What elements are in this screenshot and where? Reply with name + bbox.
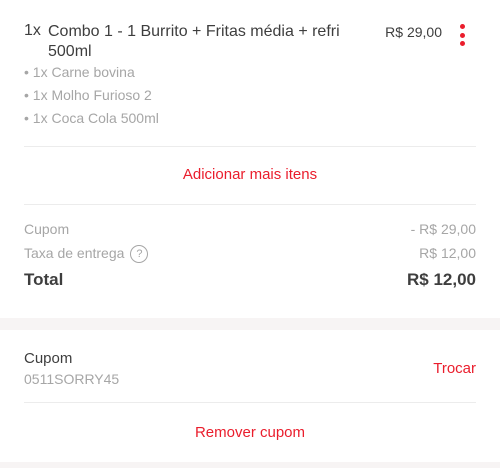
coupon-code: 0511SORRY45 [24,371,120,387]
item-option: • 1x Carne bovina [24,64,135,80]
section-separator [0,318,500,330]
coupon-section-title: Cupom [24,350,73,367]
item-quantity: 1x [24,22,41,39]
item-name: Combo 1 - 1 Burrito + Fritas média + ref… [48,23,340,60]
delivery-fee-label: Taxa de entrega [24,245,125,261]
divider [24,402,476,403]
delivery-fee-value: R$ 12,00 [419,245,476,261]
kebab-dot [459,32,465,38]
item-options-menu-icon[interactable] [458,24,466,46]
kebab-dot [459,41,465,46]
kebab-dot [459,24,465,29]
divider [24,146,476,147]
help-icon[interactable]: ? [130,245,149,264]
total-value: R$ 12,00 [407,270,476,289]
divider [24,204,476,205]
total-label: Total [24,270,64,289]
swap-coupon-button[interactable]: Trocar [433,360,476,377]
coupon-discount-value: - R$ 29,00 [410,221,476,237]
item-option: • 1x Molho Furioso 2 [24,87,152,103]
remove-coupon-button[interactable]: Remover cupom [0,424,500,441]
item-price: R$ 29,00 [385,24,442,40]
section-separator [0,462,500,468]
item-option: • 1x Coca Cola 500ml [24,110,159,126]
coupon-discount-label: Cupom [24,221,70,237]
delivery-fee-row: Taxa de entrega? [24,245,149,264]
add-more-items-button[interactable]: Adicionar mais itens [0,166,500,183]
